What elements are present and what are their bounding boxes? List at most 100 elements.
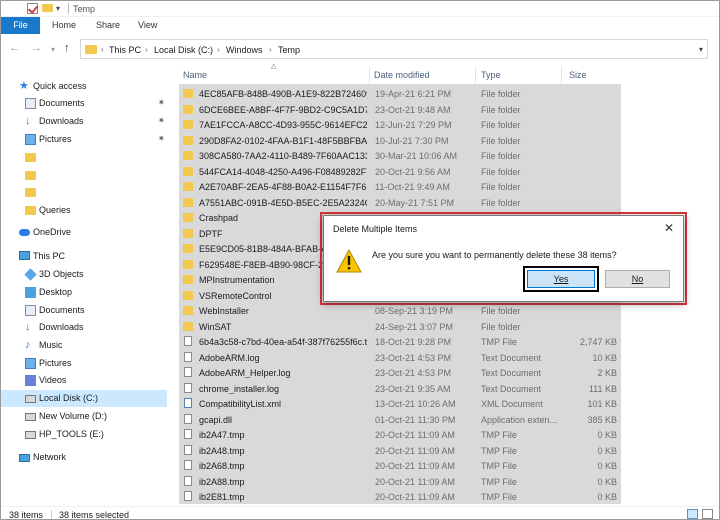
nav-item[interactable]: HP_TOOLS (E:) (1, 426, 167, 443)
back-arrow-icon[interactable]: ← (9, 42, 20, 54)
breadcrumb-this-pc[interactable]: This PC (109, 45, 141, 55)
file-type: File folder (481, 321, 521, 332)
nav-item[interactable]: ★ Quick access (1, 78, 167, 95)
file-row[interactable]: 6b4a3c58-c7bd-40ea-a54f-387f76255f6c.t..… (179, 334, 621, 350)
column-divider[interactable] (561, 66, 562, 84)
file-row[interactable]: 290D8FA2-0102-4FAA-B1F1-48F5BBFBAB2E 10-J… (179, 133, 621, 149)
nav-item[interactable]: OneDrive (1, 224, 167, 241)
file-type: Text Document (481, 352, 542, 363)
nav-item[interactable]: Videos (1, 372, 167, 389)
nav-item[interactable] (1, 167, 167, 184)
column-size[interactable]: Size (569, 70, 587, 80)
new-folder-icon[interactable] (42, 4, 53, 12)
file-type: Text Document (481, 368, 542, 378)
nav-item[interactable]: Local Disk (C:) (1, 390, 167, 407)
up-arrow-icon[interactable]: ↑ (64, 42, 70, 54)
nav-item[interactable] (1, 149, 167, 166)
file-row[interactable]: ib2A68.tmp 20-Oct-21 11:09 AM TMP File 0 KB (179, 458, 621, 474)
file-row[interactable]: 6DCE6BEE-A8BF-4F7F-9BD2-C9C5A1D74... 23-O… (179, 102, 621, 118)
file-type: XML Document (481, 399, 543, 409)
column-divider[interactable] (475, 66, 476, 84)
pictures-icon (25, 134, 36, 145)
file-row[interactable]: A7551ABC-091B-4E5D-B5EC-2E5A2324C2... 20-… (179, 195, 621, 211)
file-row[interactable]: 544FCA14-4048-4250-A496-F08489282F7... 20… (179, 164, 621, 180)
column-divider[interactable] (369, 66, 370, 84)
file-icon (184, 382, 192, 393)
folder-icon (183, 135, 193, 145)
file-row[interactable]: AdobeARM.log 23-Oct-21 4:53 PM Text Docume… (179, 350, 621, 366)
nav-item[interactable] (1, 184, 167, 201)
properties-icon[interactable] (27, 3, 38, 14)
file-row[interactable]: 7AE1FCCA-A8CC-4D93-955C-9614EFC24... 12-J… (179, 117, 621, 133)
breadcrumb-separator-icon[interactable]: › (217, 45, 220, 54)
details-view-icon[interactable] (687, 509, 698, 519)
file-row[interactable]: CompatibilityList.xml 13-Oct-21 10:26 AM X… (179, 396, 621, 412)
breadcrumb-separator-icon[interactable]: › (269, 45, 272, 54)
nav-item[interactable]: Pictures ✷ (1, 131, 167, 148)
file-date: 23-Oct-21 9:48 AM (375, 104, 451, 115)
file-type: File folder (481, 135, 521, 146)
file-row[interactable]: AdobeARM_Helper.log 23-Oct-21 4:53 PM Text… (179, 365, 621, 381)
address-bar[interactable]: › This PC › Local Disk (C:) › Windows › … (80, 39, 708, 59)
file-size: 101 KB (587, 399, 617, 409)
file-date: 20-Oct-21 11:09 AM (375, 445, 455, 456)
nav-item[interactable]: Pictures (1, 355, 167, 372)
file-row[interactable]: 4EC85AFB-848B-490B-A1E9-822B724609B1 19-A… (179, 86, 621, 102)
file-row[interactable]: 308CA580-7AA2-4110-B489-7F60AAC133... 30-… (179, 148, 621, 164)
file-row[interactable]: A2E70ABF-2EA5-4F88-B0A2-E1154F7F6B5... 11… (179, 179, 621, 195)
forward-arrow-icon[interactable]: → (31, 42, 42, 54)
breadcrumb-windows[interactable]: Windows (226, 45, 263, 55)
yes-button[interactable]: Yes (527, 270, 595, 288)
nav-item[interactable]: New Volume (D:) (1, 408, 167, 425)
file-icon (184, 336, 192, 346)
column-date-modified[interactable]: Date modified (374, 70, 430, 80)
file-row[interactable]: ib2E81.tmp 20-Oct-21 11:09 AM TMP File 0 KB (179, 489, 621, 505)
nav-item[interactable]: ↓ Downloads (1, 319, 167, 336)
tab-file[interactable]: File (1, 17, 40, 34)
nav-item[interactable]: Queries (1, 202, 167, 219)
file-name: 4EC85AFB-848B-490B-A1E9-822B724609B1 (199, 89, 367, 99)
file-row[interactable]: WinSAT 24-Sep-21 3:07 PM File folder (179, 319, 621, 335)
column-type[interactable]: Type (481, 70, 501, 80)
nav-item-label: This PC (33, 251, 66, 261)
file-row[interactable]: chrome_installer.log 23-Oct-21 9:35 AM Tex… (179, 381, 621, 397)
nav-item[interactable]: Documents ✷ (1, 95, 167, 112)
file-name: gcapi.dll (199, 414, 233, 425)
file-date: 30-Mar-21 10:06 AM (375, 151, 458, 161)
tab-share[interactable]: Share (96, 17, 120, 34)
tab-home[interactable]: Home (52, 17, 76, 34)
recent-locations-icon[interactable]: ▾ (51, 45, 55, 54)
file-type: TMP File (481, 492, 517, 502)
breadcrumb-local-disk[interactable]: Local Disk (C:) (154, 45, 213, 55)
column-name[interactable]: Name (183, 70, 207, 80)
file-date: 24-Sep-21 3:07 PM (375, 321, 454, 332)
large-icons-view-icon[interactable] (702, 509, 713, 519)
file-row[interactable]: ib2A48.tmp 20-Oct-21 11:09 AM TMP File 0 KB (179, 443, 621, 459)
nav-item[interactable]: ♪ Music (1, 337, 167, 354)
file-row[interactable]: gcapi.dll 01-Oct-21 11:30 PM Application e… (179, 412, 621, 428)
nav-item[interactable]: Desktop (1, 284, 167, 301)
file-row[interactable]: ib2A88.tmp 20-Oct-21 11:09 AM TMP File 0 KB (179, 474, 621, 490)
no-button[interactable]: No (605, 270, 670, 288)
file-date: 08-Sep-21 3:19 PM (375, 306, 454, 316)
file-row[interactable]: WebInstaller 08-Sep-21 3:19 PM File folder (179, 303, 621, 319)
drive-icon (25, 395, 36, 403)
tab-view[interactable]: View (138, 17, 157, 34)
nav-item[interactable]: This PC (1, 248, 167, 265)
pin-icon: ✷ (158, 116, 165, 125)
folder-icon (25, 153, 36, 162)
nav-item[interactable]: ↓ Downloads ✷ (1, 113, 167, 130)
nav-item[interactable]: 3D Objects (1, 266, 167, 283)
breadcrumb-separator-icon[interactable]: › (145, 45, 148, 54)
breadcrumb-separator-icon[interactable]: › (101, 45, 104, 54)
breadcrumb-temp[interactable]: Temp (278, 45, 300, 55)
file-type: File folder (481, 166, 521, 177)
file-name: ib2A47.tmp (199, 430, 245, 440)
chevron-down-icon[interactable]: ▾ (699, 45, 703, 54)
nav-item[interactable]: Documents (1, 302, 167, 319)
close-icon[interactable]: ✕ (664, 221, 674, 235)
file-date: 12-Jun-21 7:29 PM (375, 120, 452, 130)
file-row[interactable]: ib2A47.tmp 20-Oct-21 11:09 AM TMP File 0 KB (179, 427, 621, 443)
nav-item[interactable]: Network (1, 449, 167, 466)
customize-toolbar-icon[interactable]: ▾ (56, 4, 60, 13)
